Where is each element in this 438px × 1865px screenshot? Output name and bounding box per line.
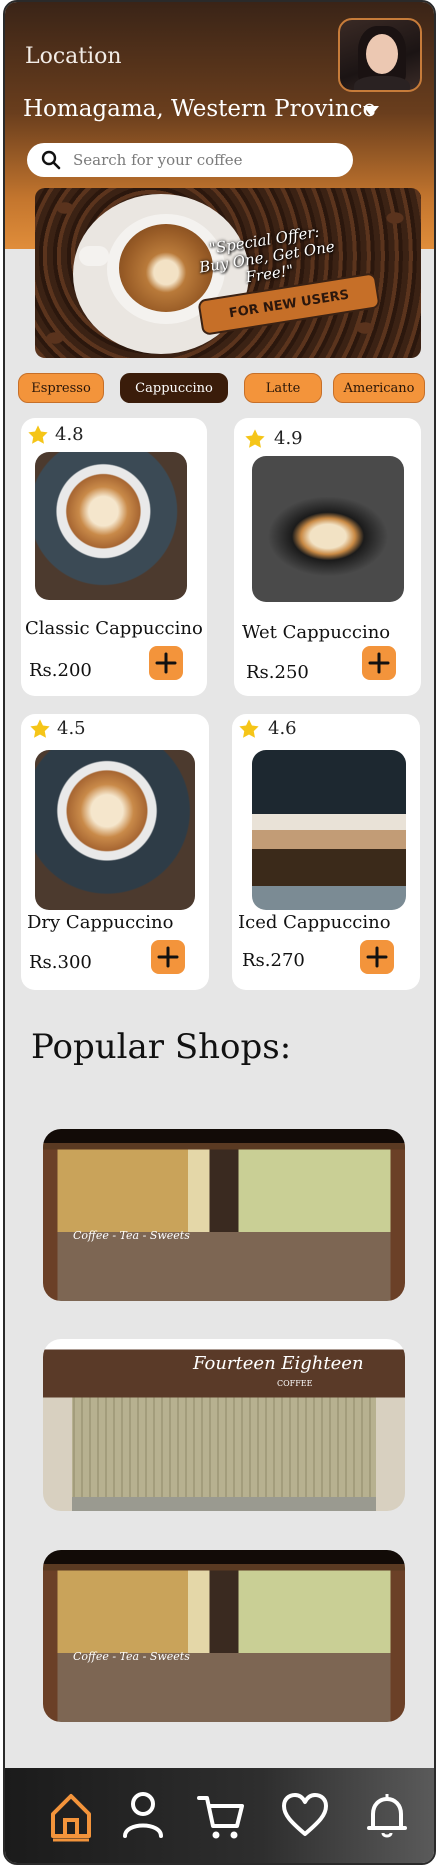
profile-icon[interactable] xyxy=(119,1790,167,1842)
star-icon xyxy=(245,429,265,448)
rating-value: 4.5 xyxy=(57,718,86,739)
popular-shops-title: Popular Shops: xyxy=(31,1027,292,1067)
search-bar[interactable] xyxy=(27,143,353,177)
product-image[interactable] xyxy=(35,750,195,910)
avatar-face xyxy=(366,34,398,74)
shop-sign: Coffee - Tea - Sweets xyxy=(73,1229,190,1242)
category-espresso[interactable]: Espresso xyxy=(18,373,104,403)
rating-value: 4.8 xyxy=(55,424,84,445)
add-to-cart-button[interactable] xyxy=(151,940,185,974)
product-price: Rs.270 xyxy=(242,950,305,971)
chevron-down-icon[interactable] xyxy=(363,106,379,116)
star-icon xyxy=(28,425,48,444)
shop-sign: Coffee - Tea - Sweets xyxy=(73,1650,190,1663)
plus-icon xyxy=(157,946,179,968)
add-to-cart-button[interactable] xyxy=(149,646,183,680)
shop-card[interactable]: Fourteen Eighteen COFFEE xyxy=(43,1339,405,1511)
location-value[interactable]: Homagama, Western Province xyxy=(23,96,376,122)
rating-value: 4.6 xyxy=(268,718,297,739)
search-input[interactable] xyxy=(73,147,343,173)
shop-sign: Fourteen Eighteen xyxy=(193,1353,364,1374)
avatar[interactable] xyxy=(338,18,422,92)
star-icon xyxy=(239,719,259,738)
plus-icon xyxy=(155,652,177,674)
star-icon xyxy=(30,719,50,738)
product-price: Rs.300 xyxy=(29,952,92,973)
cup-handle-image xyxy=(79,246,109,266)
avatar-body xyxy=(354,76,410,90)
product-name: Classic Cappuccino xyxy=(25,618,203,639)
product-image[interactable] xyxy=(35,452,187,600)
category-cappuccino[interactable]: Cappuccino xyxy=(120,373,228,403)
plus-icon xyxy=(366,946,388,968)
add-to-cart-button[interactable] xyxy=(362,646,396,680)
product-image[interactable] xyxy=(252,456,404,602)
search-icon xyxy=(41,150,61,170)
bottom-nav xyxy=(5,1768,434,1863)
promo-banner[interactable]: "Special Offer: Buy One, Get One Free!" … xyxy=(35,188,421,358)
location-label: Location xyxy=(25,44,122,69)
product-card[interactable]: 4.9 Wet Cappuccino Rs.250 xyxy=(234,418,421,696)
plus-icon xyxy=(368,652,390,674)
add-to-cart-button[interactable] xyxy=(360,940,394,974)
product-price: Rs.200 xyxy=(29,660,92,681)
product-image[interactable] xyxy=(252,750,406,910)
app-screen: Location Homagama, Western Province "Spe… xyxy=(3,0,436,1865)
shop-card[interactable]: Coffee - Tea - Sweets xyxy=(43,1550,405,1722)
product-name: Dry Cappuccino xyxy=(27,912,174,933)
shop-card[interactable]: Coffee - Tea - Sweets xyxy=(43,1129,405,1301)
product-card[interactable]: 4.6 Iced Cappuccino Rs.270 xyxy=(232,714,420,990)
product-card[interactable]: 4.8 Classic Cappuccino Rs.200 xyxy=(21,418,207,696)
product-name: Wet Cappuccino xyxy=(242,622,391,643)
cart-icon[interactable] xyxy=(197,1790,245,1842)
home-icon[interactable] xyxy=(47,1790,95,1842)
category-latte[interactable]: Latte xyxy=(244,373,322,403)
heart-icon[interactable] xyxy=(281,1790,329,1842)
product-card[interactable]: 4.5 Dry Cappuccino Rs.300 xyxy=(21,714,209,990)
product-name: Iced Cappuccino xyxy=(238,912,391,933)
bell-icon[interactable] xyxy=(363,1790,411,1842)
product-price: Rs.250 xyxy=(246,662,309,683)
shop-sign-sub: COFFEE xyxy=(277,1379,313,1388)
rating-value: 4.9 xyxy=(274,428,303,449)
category-americano[interactable]: Americano xyxy=(333,373,425,403)
